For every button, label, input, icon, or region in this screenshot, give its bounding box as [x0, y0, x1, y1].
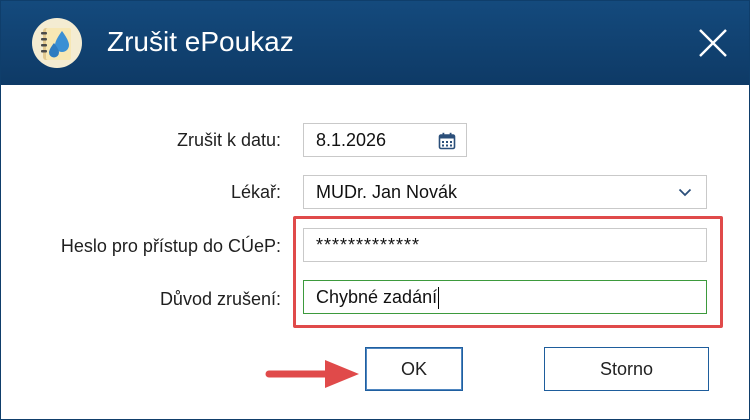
title-bar: Zrušit ePoukaz — [1, 1, 749, 85]
chevron-down-icon[interactable] — [678, 185, 692, 199]
date-value: 8.1.2026 — [316, 130, 387, 150]
password-label: Heslo pro přístup do CÚeP: — [60, 236, 281, 256]
dialog-title: Zrušit ePoukaz — [107, 26, 294, 57]
date-label: Zrušit k datu: — [176, 130, 281, 150]
close-icon[interactable] — [697, 27, 729, 59]
arrow-right-icon — [265, 360, 359, 388]
date-field[interactable]: 8.1.2026 — [303, 123, 467, 157]
doctor-select[interactable]: MUDr. Jan Novák — [303, 175, 707, 209]
calendar-icon[interactable] — [438, 132, 456, 150]
reason-label: Důvod zrušení: — [159, 289, 281, 309]
cancel-button[interactable]: Storno — [544, 347, 709, 391]
ok-button[interactable]: OK — [365, 347, 463, 391]
water-drops-icon — [32, 18, 82, 68]
cancel-epoukaz-dialog: Zrušit ePoukaz Zrušit k datu: 8.1.2026 L… — [0, 0, 750, 420]
doctor-value: MUDr. Jan Novák — [316, 182, 458, 202]
doctor-label: Lékař: — [230, 182, 281, 202]
highlight-box — [293, 216, 723, 328]
